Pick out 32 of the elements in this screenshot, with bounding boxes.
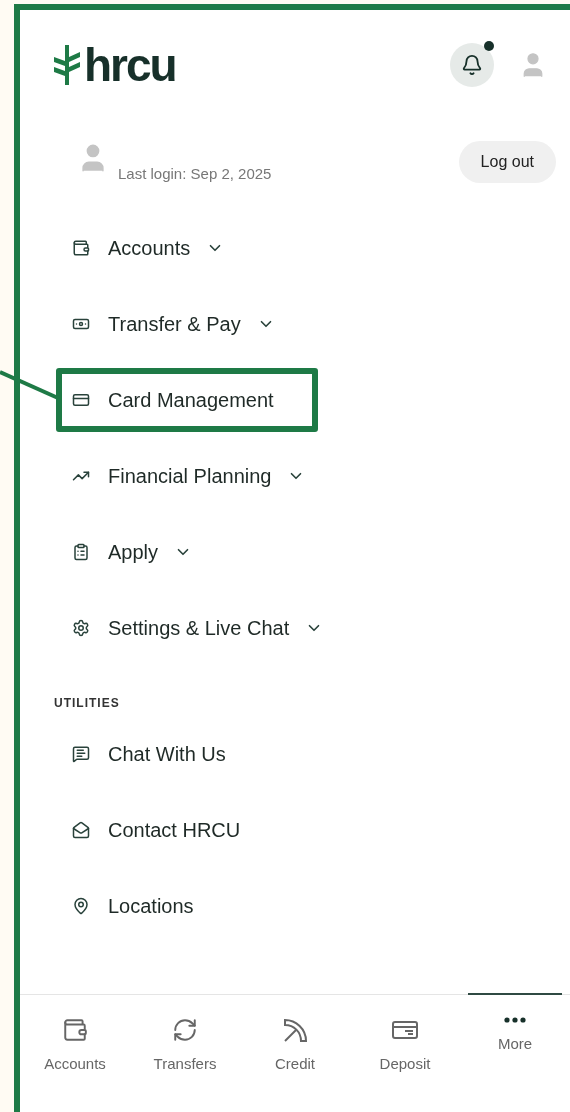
menu-item[interactable]: Contact HRCU: [56, 798, 285, 862]
menu-item[interactable]: Financial Planning: [56, 444, 350, 508]
logo-text: hrcu: [84, 42, 176, 88]
gauge-icon: [282, 1017, 308, 1043]
nav-tab[interactable]: More: [460, 995, 570, 1112]
bell-icon: [461, 54, 483, 76]
more-icon: [504, 1017, 526, 1023]
last-login-text: Last login: Sep 2, 2025: [118, 165, 272, 182]
menu-item[interactable]: Apply: [56, 520, 237, 584]
nav-tab[interactable]: Credit: [240, 995, 350, 1112]
menu-item[interactable]: Accounts: [56, 216, 269, 280]
nav-tab[interactable]: Deposit: [350, 995, 460, 1112]
highlighted-menu-item[interactable]: Card Management: [56, 368, 318, 432]
settings-icon: [72, 619, 90, 637]
wallet-icon: [72, 239, 90, 257]
wallet-icon: [62, 1017, 88, 1043]
section-heading: UTILITIES: [53, 695, 121, 712]
location-pin-icon: [72, 897, 90, 915]
envelope-icon: [72, 821, 90, 839]
notifications-button[interactable]: [450, 43, 494, 87]
nav-tab[interactable]: Transfers: [130, 995, 240, 1112]
sync-icon: [172, 1017, 198, 1043]
nav-tab[interactable]: Accounts: [20, 995, 130, 1112]
menu-item[interactable]: Locations: [56, 874, 238, 938]
leaf-logo-icon: [52, 43, 82, 87]
menu-item[interactable]: Chat With Us: [56, 722, 270, 786]
clipboard-icon: [72, 543, 90, 561]
logout-button[interactable]: Log out: [458, 141, 556, 183]
card-icon: [72, 391, 90, 409]
chat-icon: [72, 745, 90, 763]
menu-item[interactable]: Settings & Live Chat: [56, 596, 368, 660]
menu-item[interactable]: Transfer & Pay: [56, 292, 319, 356]
